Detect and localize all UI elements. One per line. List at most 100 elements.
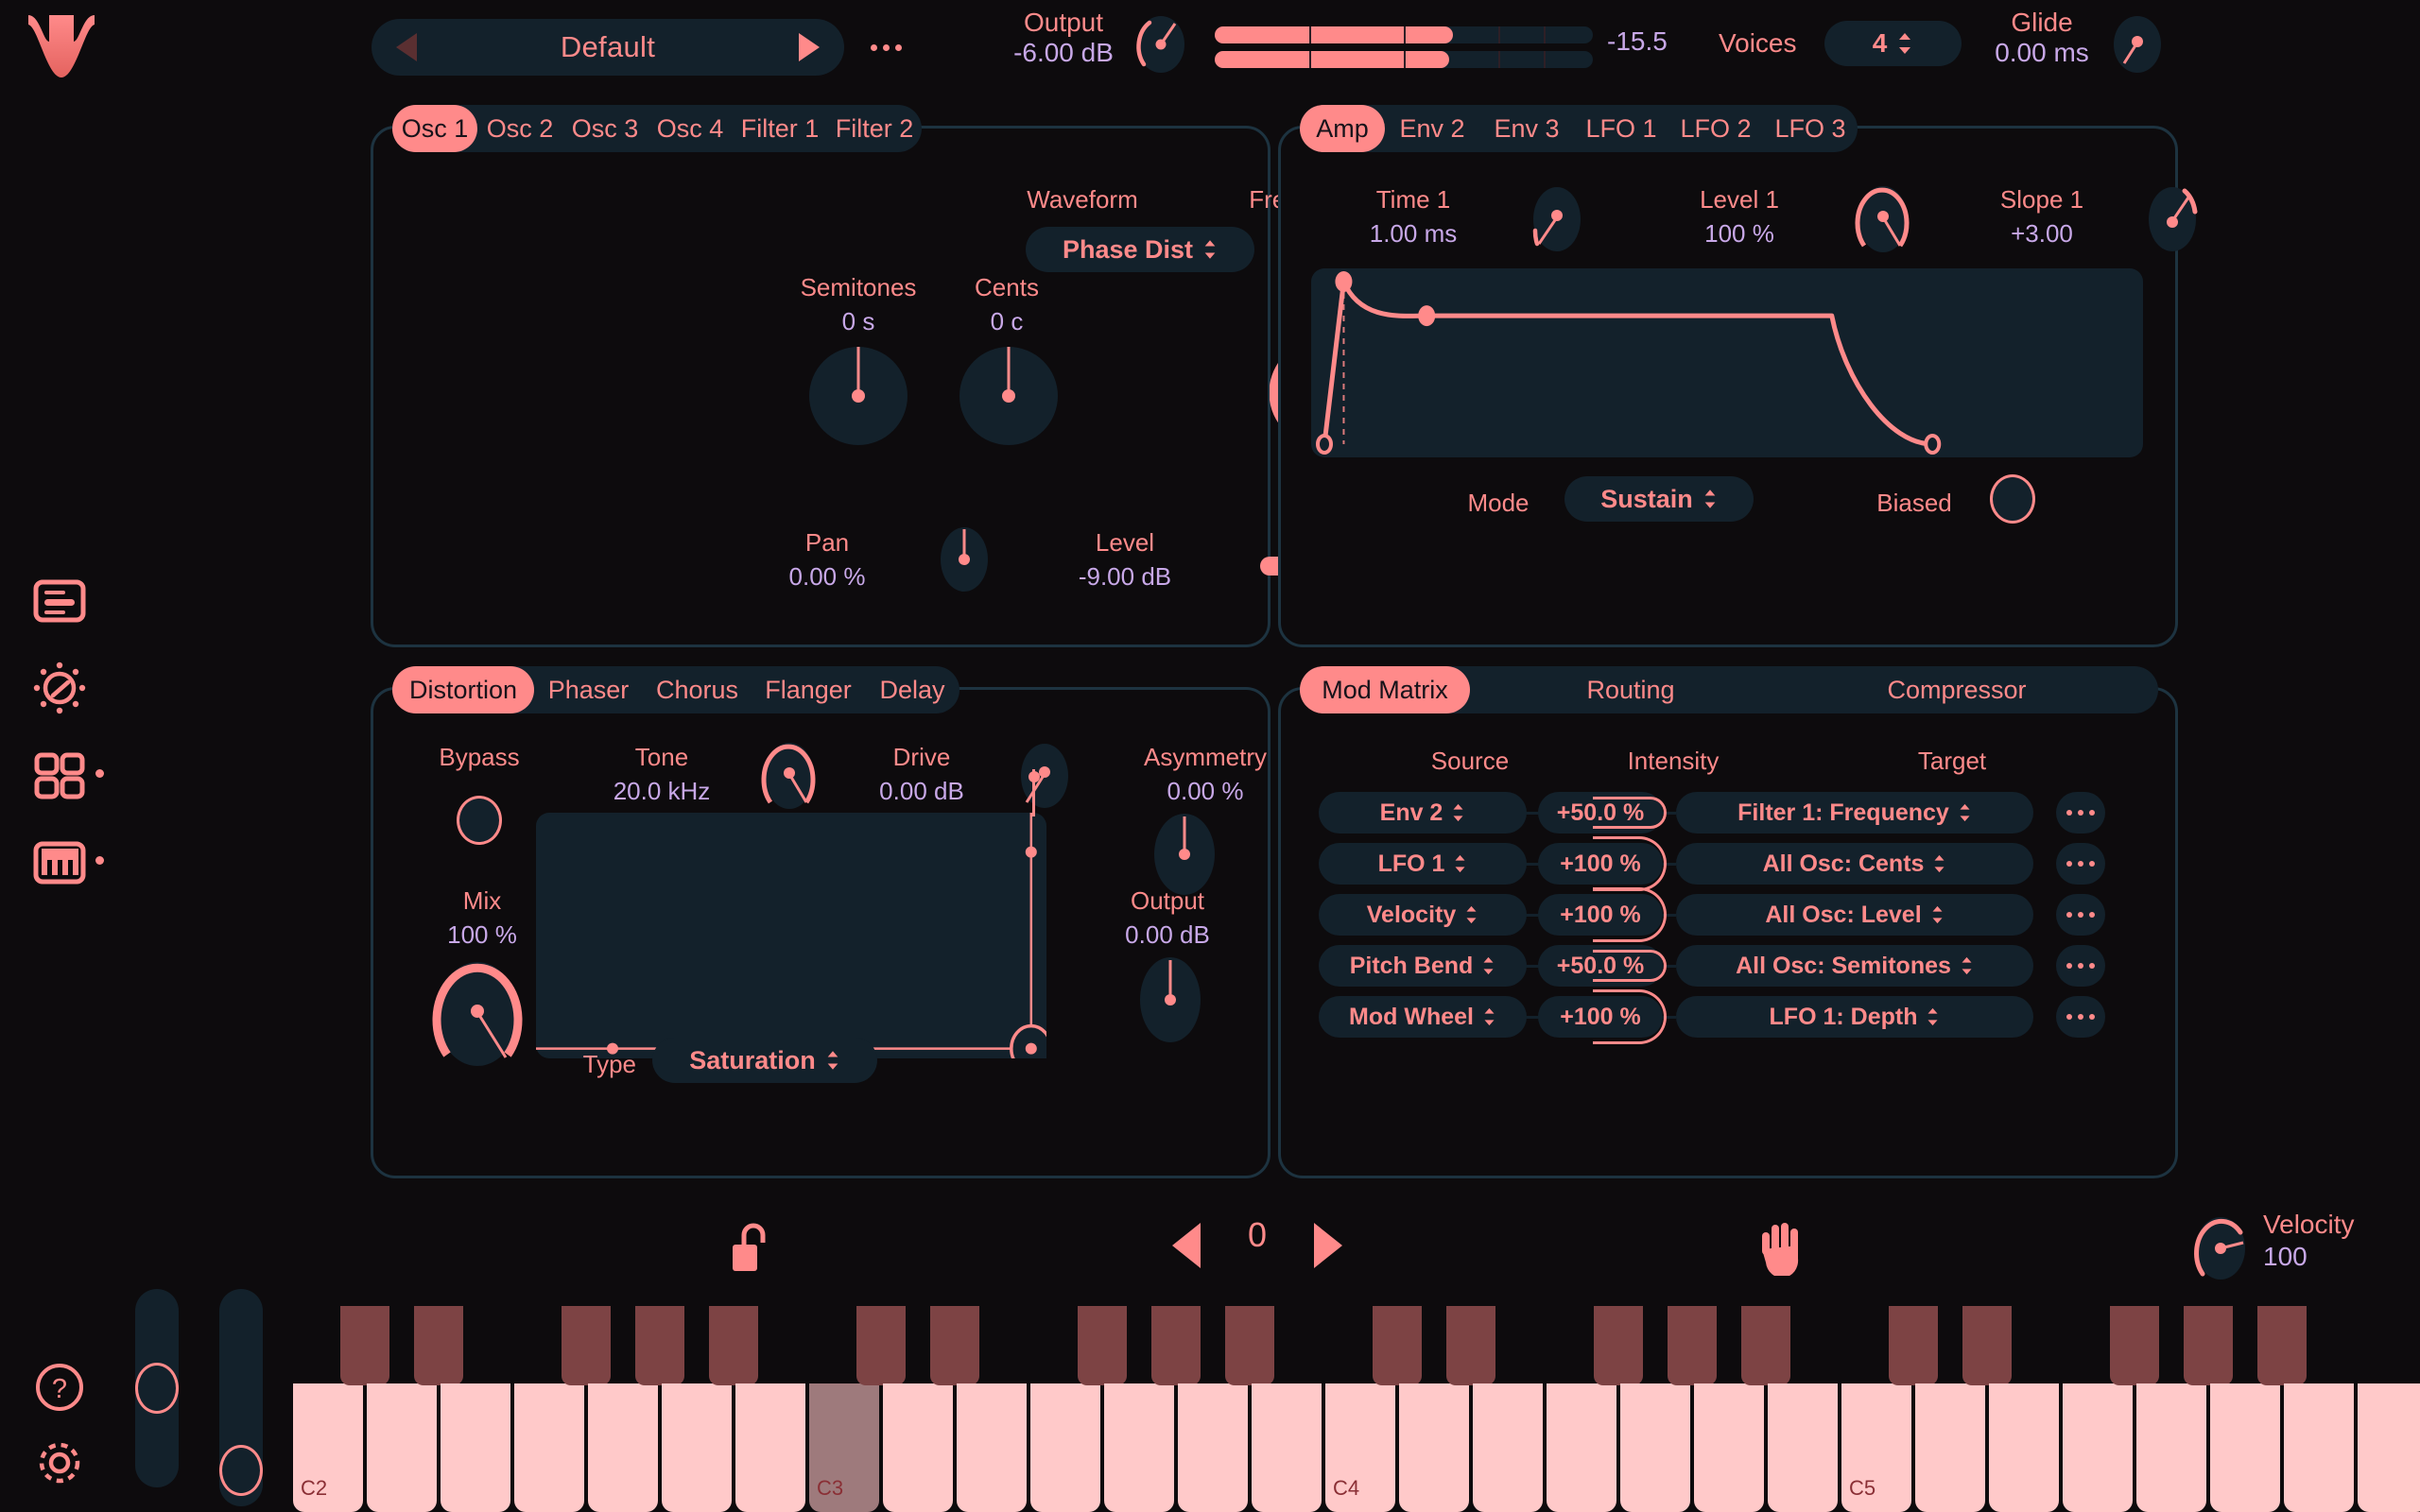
white-key[interactable]	[1399, 1383, 1469, 1512]
black-key[interactable]	[562, 1306, 611, 1385]
tab-filter-1[interactable]: Filter 1	[733, 105, 827, 152]
black-key[interactable]	[340, 1306, 389, 1385]
preset-prev-button[interactable]	[396, 33, 417, 61]
black-key[interactable]	[1225, 1306, 1274, 1385]
white-key[interactable]	[1694, 1383, 1764, 1512]
black-key[interactable]	[2110, 1306, 2159, 1385]
white-key[interactable]	[514, 1383, 584, 1512]
tab-osc-2[interactable]: Osc 2	[477, 105, 562, 152]
tab-routing[interactable]: Routing	[1470, 666, 1791, 713]
black-key[interactable]	[635, 1306, 684, 1385]
preset-next-button[interactable]	[799, 33, 820, 61]
mod-source-select[interactable]: Pitch Bend	[1319, 945, 1527, 987]
mod-target-select[interactable]: All Osc: Cents	[1676, 843, 2033, 885]
white-key[interactable]	[883, 1383, 953, 1512]
waveform-select[interactable]: Phase Dist	[1026, 227, 1254, 272]
mod-row-menu-button[interactable]	[2056, 792, 2105, 833]
black-key[interactable]	[1962, 1306, 2012, 1385]
black-key[interactable]	[1889, 1306, 1938, 1385]
tab-filter-2[interactable]: Filter 2	[827, 105, 922, 152]
black-key[interactable]	[856, 1306, 906, 1385]
white-key[interactable]	[1768, 1383, 1838, 1512]
black-key[interactable]	[709, 1306, 758, 1385]
tab-osc-1[interactable]: Osc 1	[392, 105, 477, 152]
tab-chorus[interactable]: Chorus	[643, 666, 752, 713]
effects-tabs[interactable]: Distortion Phaser Chorus Flanger Delay	[392, 666, 959, 713]
tab-env-3[interactable]: Env 3	[1479, 105, 1574, 152]
tab-mod-matrix[interactable]: Mod Matrix	[1300, 666, 1470, 713]
output-knob[interactable]	[1132, 14, 1189, 79]
tab-distortion[interactable]: Distortion	[392, 666, 534, 713]
glide-knob[interactable]	[2109, 14, 2166, 79]
sidebar-item-modules[interactable]	[30, 749, 89, 802]
white-key[interactable]	[441, 1383, 510, 1512]
white-key[interactable]	[1252, 1383, 1322, 1512]
white-key[interactable]	[662, 1383, 732, 1512]
mod-source-select[interactable]: LFO 1	[1319, 843, 1527, 885]
white-key[interactable]	[1030, 1383, 1100, 1512]
tab-osc-4[interactable]: Osc 4	[648, 105, 733, 152]
tab-flanger[interactable]: Flanger	[752, 666, 865, 713]
slope1-knob[interactable]	[2143, 183, 2202, 260]
sidebar-item-browser[interactable]	[30, 575, 89, 627]
time1-knob[interactable]	[1529, 185, 1585, 258]
black-key[interactable]	[1373, 1306, 1422, 1385]
white-key[interactable]	[2210, 1383, 2280, 1512]
cents-knob[interactable]	[957, 344, 1061, 453]
white-key[interactable]	[2136, 1383, 2206, 1512]
preset-menu-button[interactable]	[865, 30, 907, 64]
sidebar-item-keyboard[interactable]	[30, 836, 89, 889]
tab-env-2[interactable]: Env 2	[1385, 105, 1479, 152]
envelope-tabs[interactable]: Amp Env 2 Env 3 LFO 1 LFO 2 LFO 3	[1300, 105, 1858, 152]
white-key[interactable]	[1915, 1383, 1985, 1512]
white-key[interactable]	[957, 1383, 1027, 1512]
mode-select[interactable]: Sustain	[1564, 476, 1754, 522]
black-key[interactable]	[1446, 1306, 1495, 1385]
biased-toggle[interactable]	[1990, 474, 2035, 524]
black-key[interactable]	[2184, 1306, 2233, 1385]
mod-tabs[interactable]: Mod Matrix Routing Compressor	[1300, 666, 2158, 713]
white-key[interactable]: C5	[1841, 1383, 1911, 1512]
white-key[interactable]	[2284, 1383, 2354, 1512]
tab-lfo-1[interactable]: LFO 1	[1574, 105, 1668, 152]
mod-target-select[interactable]: LFO 1: Depth	[1676, 996, 2033, 1038]
white-key[interactable]	[735, 1383, 805, 1512]
level1-knob[interactable]	[1853, 183, 1913, 260]
black-key[interactable]	[414, 1306, 463, 1385]
tab-phaser[interactable]: Phaser	[534, 666, 643, 713]
white-key[interactable]: C2	[293, 1383, 363, 1512]
tab-lfo-3[interactable]: LFO 3	[1763, 105, 1858, 152]
preset-selector[interactable]: Default	[372, 19, 844, 76]
white-key[interactable]	[2063, 1383, 2133, 1512]
black-key[interactable]	[930, 1306, 979, 1385]
transfer-curve-graph[interactable]	[536, 699, 1053, 1074]
semitones-knob[interactable]	[806, 344, 910, 453]
sidebar-item-settings[interactable]	[30, 662, 89, 714]
black-key[interactable]	[1741, 1306, 1790, 1385]
mod-source-select[interactable]: Mod Wheel	[1319, 996, 1527, 1038]
tab-osc-3[interactable]: Osc 3	[562, 105, 648, 152]
white-key[interactable]	[588, 1383, 658, 1512]
tab-amp[interactable]: Amp	[1300, 105, 1385, 152]
mod-source-select[interactable]: Velocity	[1319, 894, 1527, 936]
type-select[interactable]: Saturation	[652, 1038, 877, 1083]
oscillator-tabs[interactable]: Osc 1 Osc 2 Osc 3 Osc 4 Filter 1 Filter 2	[392, 105, 922, 152]
mod-target-select[interactable]: All Osc: Semitones	[1676, 945, 2033, 987]
black-key[interactable]	[1668, 1306, 1717, 1385]
mod-row-menu-button[interactable]	[2056, 945, 2105, 987]
white-key[interactable]: C3	[809, 1383, 879, 1512]
white-key[interactable]	[367, 1383, 437, 1512]
envelope-graph[interactable]	[1311, 268, 2143, 457]
mod-target-select[interactable]: All Osc: Level	[1676, 894, 2033, 936]
bypass-toggle[interactable]	[457, 796, 502, 845]
white-key[interactable]	[1620, 1383, 1690, 1512]
mod-row-menu-button[interactable]	[2056, 996, 2105, 1038]
black-key[interactable]	[1078, 1306, 1127, 1385]
mod-target-select[interactable]: Filter 1: Frequency	[1676, 792, 2033, 833]
black-key[interactable]	[1594, 1306, 1643, 1385]
white-key[interactable]	[2358, 1383, 2420, 1512]
white-key[interactable]	[1104, 1383, 1174, 1512]
tone-knob[interactable]	[759, 740, 820, 816]
black-key[interactable]	[1151, 1306, 1201, 1385]
black-key[interactable]	[2257, 1306, 2307, 1385]
